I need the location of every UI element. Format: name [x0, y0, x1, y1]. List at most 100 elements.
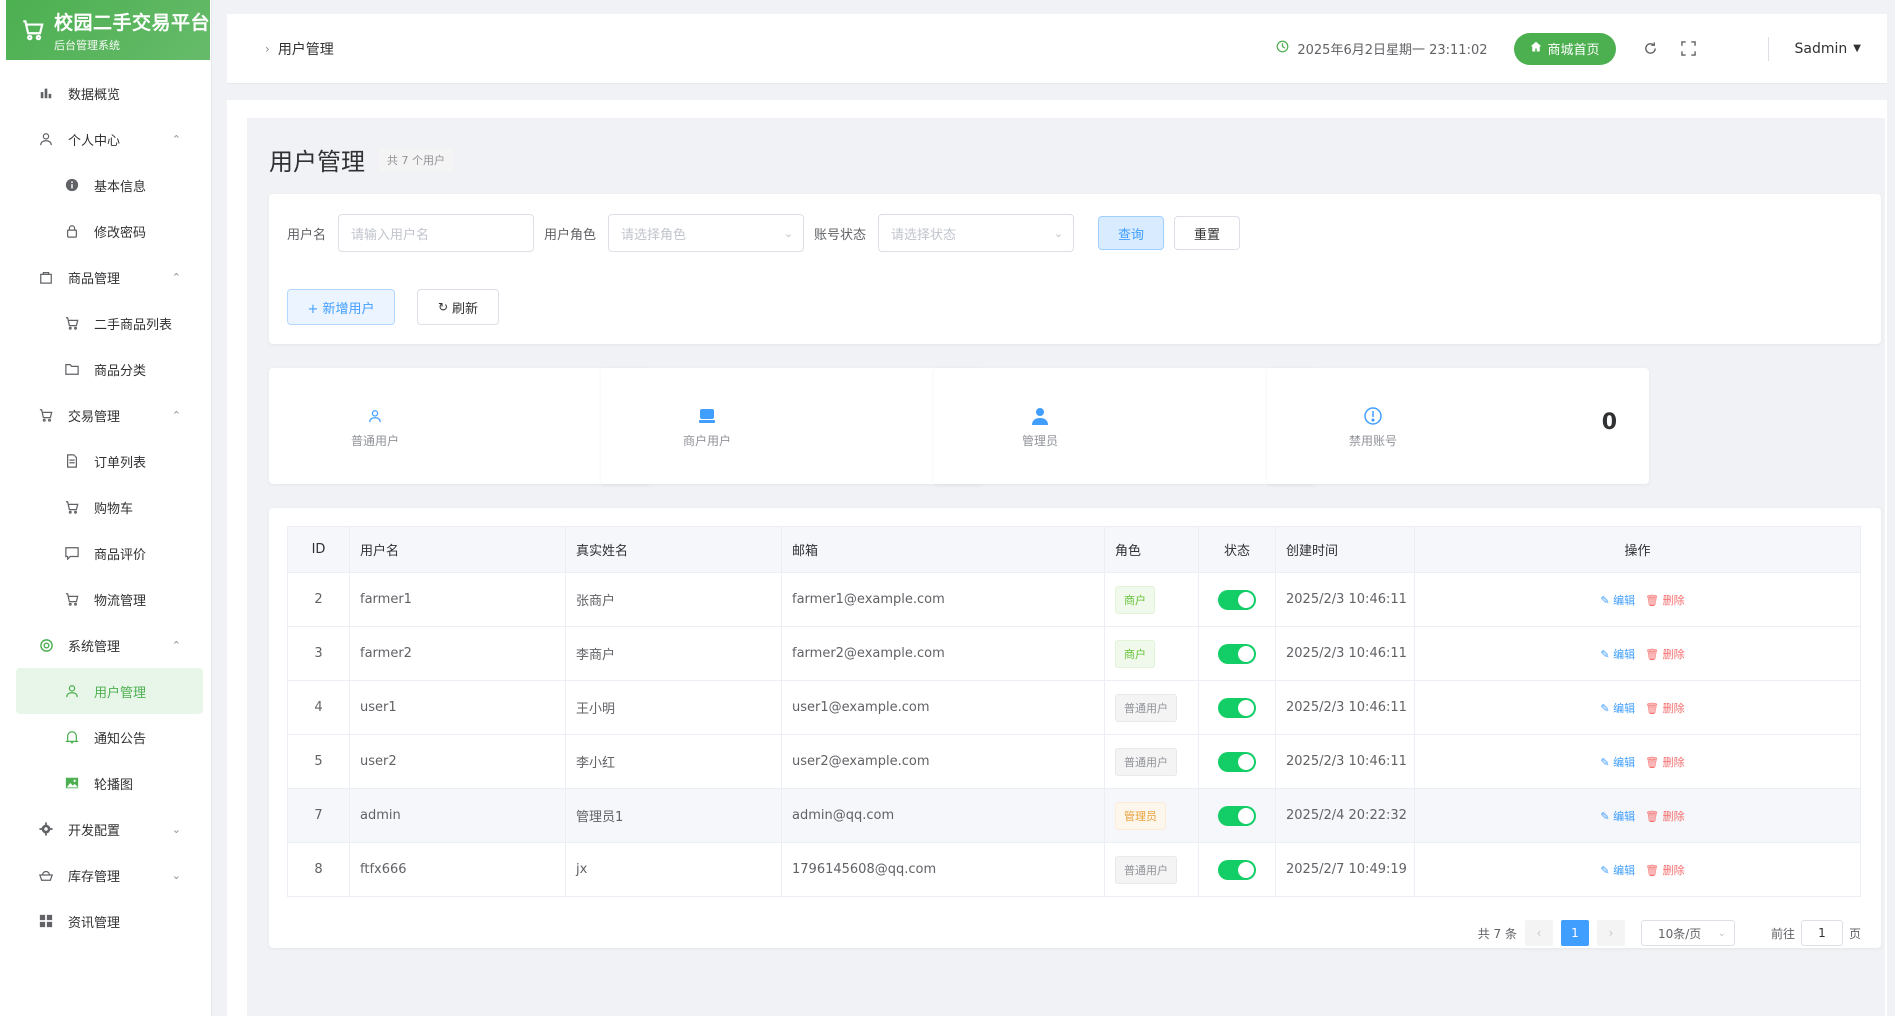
edit-label: 编辑: [1613, 647, 1636, 661]
info-icon: [64, 177, 80, 193]
edit-button[interactable]: ✎ 编辑: [1600, 700, 1635, 716]
stat-label: 禁用账号: [1348, 434, 1397, 448]
sidebar-item-13[interactable]: 用户管理: [16, 668, 203, 714]
user-dropdown[interactable]: Sadmin ▼: [1795, 41, 1861, 57]
status-toggle[interactable]: [1218, 751, 1256, 772]
sidebar: 校园二手交易平台 后台管理系统 数据概览 个人中心 ⌃ 基本信息修改密码 商品管理 ⌃ 二手…: [0, 0, 212, 1016]
sidebar-item-17[interactable]: 库存管理 ⌄: [0, 852, 211, 898]
status-toggle[interactable]: [1218, 589, 1256, 610]
edit-button[interactable]: ✎ 编辑: [1600, 808, 1635, 824]
sidebar-item-label: 商品评价: [94, 547, 147, 563]
sidebar-item-15[interactable]: 轮播图: [0, 760, 211, 806]
sidebar-item-10[interactable]: 商品评价: [0, 530, 211, 576]
status-select[interactable]: 请选择状态 ⌄: [878, 214, 1075, 252]
folder-icon: [64, 361, 80, 377]
status-toggle[interactable]: [1218, 859, 1256, 880]
status-placeholder: 请选择状态: [891, 227, 957, 243]
edit-button[interactable]: ✎ 编辑: [1600, 754, 1635, 770]
delete-button[interactable]: 🗑 删除: [1645, 646, 1684, 662]
pagination: 共 7 条 ‹ 1 › 10条/页 ⌄ 前往 1 页: [1478, 920, 1861, 946]
sidebar-item-label: 个人中心: [68, 133, 121, 149]
sidebar-item-label: 商品分类: [94, 363, 147, 379]
table-row[interactable]: 3 farmer2 李商户 farmer2@example.com 商户 2025/2/3…: [287, 626, 1861, 681]
page-size-value: 10条/页: [1657, 926, 1702, 941]
delete-button[interactable]: 🗑 删除: [1645, 862, 1684, 878]
sidebar-item-8[interactable]: 订单列表: [0, 438, 211, 484]
sidebar-item-0[interactable]: 数据概览: [0, 70, 211, 116]
sidebar-item-label: 基本信息: [94, 179, 147, 195]
cell-created: 2025/2/3 10:46:11: [1275, 680, 1415, 735]
cell-id: 7: [287, 788, 350, 843]
sidebar-item-1[interactable]: 个人中心 ⌃: [0, 116, 211, 162]
cell-username: admin: [349, 788, 566, 843]
sidebar-item-4[interactable]: 商品管理 ⌃: [0, 254, 211, 300]
sidebar-item-5[interactable]: 二手商品列表: [0, 300, 211, 346]
edit-icon: ✎: [1600, 593, 1614, 607]
delete-button[interactable]: 🗑 删除: [1645, 808, 1684, 824]
edit-button[interactable]: ✎ 编辑: [1600, 592, 1635, 608]
role-select[interactable]: 请选择角色 ⌄: [608, 214, 805, 252]
sidebar-item-label: 用户管理: [94, 685, 147, 701]
status-toggle[interactable]: [1218, 643, 1256, 664]
app-subtitle: 后台管理系统: [54, 38, 120, 52]
cell-realname: jx: [565, 842, 782, 897]
username-input[interactable]: 请输入用户名: [338, 214, 535, 252]
delete-button[interactable]: 🗑 删除: [1645, 700, 1684, 716]
delete-label: 删除: [1662, 755, 1685, 769]
settings-icon: [38, 637, 54, 653]
edit-button[interactable]: ✎ 编辑: [1600, 862, 1635, 878]
admin-icon: [990, 404, 1090, 428]
sidebar-item-2[interactable]: 基本信息: [0, 162, 211, 208]
reset-button[interactable]: 重置: [1174, 216, 1241, 250]
page-size-select[interactable]: 10条/页 ⌄: [1640, 920, 1735, 946]
delete-button[interactable]: 🗑 删除: [1645, 754, 1684, 770]
sidebar-item-9[interactable]: 购物车: [0, 484, 211, 530]
next-page-button[interactable]: ›: [1596, 920, 1625, 946]
logo[interactable]: 校园二手交易平台 后台管理系统: [6, 0, 210, 60]
page-1-button[interactable]: 1: [1560, 920, 1589, 946]
stat-card: 商户用户2: [601, 368, 983, 484]
page-unit-label: 页: [1848, 926, 1861, 941]
query-button[interactable]: 查询: [1098, 216, 1165, 250]
cell-role: 商户: [1104, 626, 1199, 681]
prev-page-button[interactable]: ‹: [1524, 920, 1553, 946]
sidebar-item-12[interactable]: 系统管理 ⌃: [0, 622, 211, 668]
sidebar-item-14[interactable]: 通知公告: [0, 714, 211, 760]
delete-button[interactable]: 🗑 删除: [1645, 592, 1684, 608]
table-row[interactable]: 5 user2 李小红 user2@example.com 普通用户 2025/2/3 1…: [287, 734, 1861, 789]
sidebar-item-3[interactable]: 修改密码: [0, 208, 211, 254]
sidebar-item-18[interactable]: 资讯管理: [0, 898, 211, 944]
gear-icon: [38, 821, 54, 837]
cell-email: user2@example.com: [781, 734, 1105, 789]
table-row[interactable]: 2 farmer1 张商户 farmer1@example.com 商户 2025/2/3…: [287, 572, 1861, 627]
user-icon: [64, 683, 80, 699]
refresh-icon[interactable]: [1642, 40, 1660, 58]
cell-actions: ✎ 编辑 🗑 删除: [1414, 788, 1861, 843]
add-user-button[interactable]: + 新增用户: [287, 289, 395, 325]
edit-button[interactable]: ✎ 编辑: [1600, 646, 1635, 662]
cell-created: 2025/2/3 10:46:11: [1275, 734, 1415, 789]
status-toggle[interactable]: [1218, 805, 1256, 826]
top-header: › 用户管理 2025年6月2日星期一 23:11:02 商城首页 Sadmin…: [227, 14, 1887, 84]
sidebar-item-7[interactable]: 交易管理 ⌃: [0, 392, 211, 438]
table-row[interactable]: 7 admin 管理员1 admin@qq.com 管理员 2025/2/4 20:22:…: [287, 788, 1861, 843]
role-tag: 管理员: [1115, 801, 1166, 830]
goto-page-input[interactable]: 1: [1800, 920, 1843, 946]
user-icon: [38, 131, 54, 147]
bag-icon: [38, 269, 54, 285]
chevron-right-icon: ›: [265, 41, 270, 56]
table-row[interactable]: 8 ftfx666 jx 1796145608@qq.com 普通用户 2025/2/7 …: [287, 842, 1861, 897]
cell-id: 3: [287, 626, 350, 681]
mall-home-button[interactable]: 商城首页: [1513, 32, 1616, 65]
sidebar-item-16[interactable]: 开发配置 ⌄: [0, 806, 211, 852]
stat-label: 普通用户: [350, 434, 399, 448]
table-row[interactable]: 4 user1 王小明 user1@example.com 普通用户 2025/2/3 1…: [287, 680, 1861, 735]
refresh-button[interactable]: ↻ 刷新: [417, 289, 499, 325]
status-toggle[interactable]: [1218, 697, 1256, 718]
cell-username: farmer1: [349, 572, 566, 627]
sidebar-item-11[interactable]: 物流管理: [0, 576, 211, 622]
grid-icon: [38, 913, 54, 929]
sidebar-item-6[interactable]: 商品分类: [0, 346, 211, 392]
cell-email: 1796145608@qq.com: [781, 842, 1105, 897]
fullscreen-icon[interactable]: [1680, 40, 1698, 58]
